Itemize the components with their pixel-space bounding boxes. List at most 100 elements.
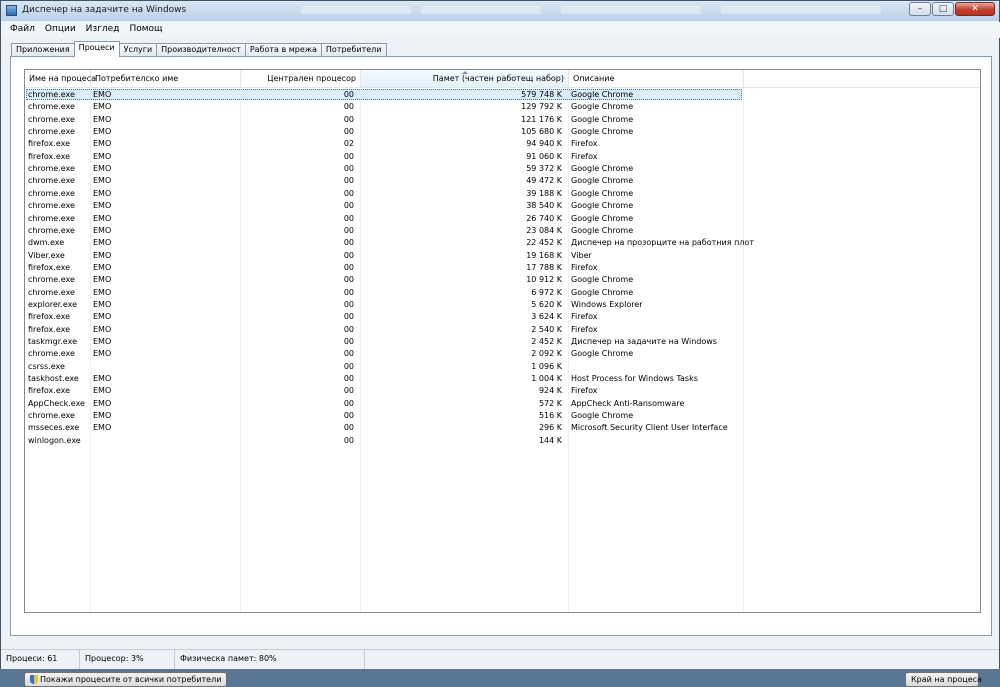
tab-services[interactable]: Услуги — [118, 43, 158, 56]
process-row[interactable]: Viber.exe EMO 00 19 168 K Viber — [25, 250, 980, 262]
header-image-name[interactable]: Име на процеса — [25, 70, 96, 87]
tab-performance[interactable]: Производителност — [156, 43, 246, 56]
process-row[interactable]: chrome.exe EMO 00 26 740 K Google Chrome — [25, 213, 980, 225]
process-row[interactable]: firefox.exe EMO 00 2 540 K Firefox — [25, 324, 980, 336]
cell-user-name: EMO — [93, 386, 112, 396]
cell-description: Firefox — [571, 324, 598, 334]
cell-description: Google Chrome — [571, 411, 634, 421]
cell-user-name: EMO — [93, 102, 112, 112]
header-cpu[interactable]: Централен процесор — [241, 70, 361, 87]
process-row[interactable]: AppCheck.exe EMO 00 572 K AppCheck Anti-Rans… — [25, 398, 980, 410]
minimize-button[interactable]: – — [909, 2, 931, 16]
header-user-name[interactable]: Потребителско име — [91, 70, 241, 87]
process-row[interactable]: chrome.exe EMO 00 579 748 K Google Chrome — [25, 89, 980, 101]
menu-file[interactable]: Файл — [5, 22, 40, 38]
cell-cpu: 00 — [343, 312, 354, 322]
tab-applications[interactable]: Приложения — [11, 43, 75, 56]
cell-user-name: EMO — [93, 312, 112, 322]
window-title: Диспечер на задачите на Windows — [22, 5, 187, 15]
process-row[interactable]: chrome.exe EMO 00 516 K Google Chrome — [25, 410, 980, 422]
process-row[interactable]: chrome.exe EMO 00 6 972 K Google Chrome — [25, 287, 980, 299]
menu-view[interactable]: Изглед — [81, 22, 125, 38]
process-row[interactable]: chrome.exe EMO 00 129 792 K Google Chrome — [25, 101, 980, 113]
cell-cpu: 00 — [343, 176, 354, 186]
end-process-button[interactable]: Край на процеса — [905, 672, 982, 687]
process-row[interactable]: firefox.exe EMO 00 17 788 K Firefox — [25, 262, 980, 274]
process-row[interactable]: explorer.exe EMO 00 5 620 K Windows Explorer — [25, 299, 980, 311]
process-row[interactable]: winlogon.exe 00 144 K — [25, 435, 980, 447]
cell-cpu: 00 — [343, 114, 354, 124]
cell-cpu: 00 — [343, 188, 354, 198]
process-row[interactable]: firefox.exe EMO 00 91 060 K Firefox — [25, 151, 980, 163]
process-row[interactable]: taskhost.exe EMO 00 1 004 K Host Process for… — [25, 373, 980, 385]
cell-process-name: chrome.exe — [28, 225, 75, 235]
cell-user-name: EMO — [93, 287, 112, 297]
process-row[interactable]: msseces.exe EMO 00 296 K Microsoft Security … — [25, 422, 980, 434]
title-bar[interactable]: Диспечер на задачите на Windows – □ ✕ — [1, 1, 999, 21]
process-row[interactable]: chrome.exe EMO 00 2 092 K Google Chrome — [25, 348, 980, 360]
show-all-processes-button[interactable]: Покажи процесите от всички потребители — [24, 672, 228, 687]
cell-cpu: 00 — [343, 435, 354, 445]
process-row[interactable]: taskmgr.exe EMO 00 2 452 K Диспечер на задач… — [25, 336, 980, 348]
process-row[interactable]: chrome.exe EMO 00 49 472 K Google Chrome — [25, 175, 980, 187]
cell-memory: 1 004 K — [531, 374, 562, 384]
header-memory[interactable]: Памет (частен работещ набор) — [361, 70, 569, 87]
cell-description: Google Chrome — [571, 225, 634, 235]
maximize-button[interactable]: □ — [932, 2, 954, 16]
cell-memory: 144 K — [538, 435, 562, 445]
cell-user-name: EMO — [93, 201, 112, 211]
cell-process-name: chrome.exe — [28, 164, 75, 174]
cell-process-name: Viber.exe — [28, 250, 65, 260]
cell-user-name: EMO — [93, 213, 112, 223]
process-row[interactable]: firefox.exe EMO 00 3 624 K Firefox — [25, 311, 980, 323]
cell-memory: 572 K — [538, 398, 562, 408]
process-row[interactable]: dwm.exe EMO 00 22 452 K Диспечер на прозорци… — [25, 237, 980, 249]
cell-process-name: firefox.exe — [28, 262, 71, 272]
process-row[interactable]: csrss.exe 00 1 096 K — [25, 361, 980, 373]
cell-cpu: 00 — [343, 411, 354, 421]
cell-cpu: 00 — [343, 127, 354, 137]
cell-user-name: EMO — [93, 114, 112, 124]
process-row[interactable]: chrome.exe EMO 00 59 372 K Google Chrome — [25, 163, 980, 175]
cell-description: Google Chrome — [571, 349, 634, 359]
process-row[interactable]: chrome.exe EMO 00 38 540 K Google Chrome — [25, 200, 980, 212]
cell-memory: 26 740 K — [526, 213, 562, 223]
cell-memory: 22 452 K — [526, 238, 562, 248]
process-row[interactable]: chrome.exe EMO 00 23 084 K Google Chrome — [25, 225, 980, 237]
cell-user-name: EMO — [93, 250, 112, 260]
cell-cpu: 00 — [343, 287, 354, 297]
cell-cpu: 00 — [343, 398, 354, 408]
process-row[interactable]: firefox.exe EMO 02 94 940 K Firefox — [25, 138, 980, 150]
menu-options[interactable]: Опции — [40, 22, 81, 38]
cell-description: Google Chrome — [571, 176, 634, 186]
cell-process-name: chrome.exe — [28, 213, 75, 223]
cell-process-name: firefox.exe — [28, 312, 71, 322]
cell-cpu: 00 — [343, 324, 354, 334]
process-row[interactable]: chrome.exe EMO 00 10 912 K Google Chrome — [25, 274, 980, 286]
process-row[interactable]: chrome.exe EMO 00 39 188 K Google Chrome — [25, 188, 980, 200]
tab-users[interactable]: Потребители — [320, 43, 387, 56]
cell-cpu: 00 — [343, 262, 354, 272]
tab-networking[interactable]: Работа в мрежа — [244, 43, 322, 56]
process-row[interactable]: chrome.exe EMO 00 121 176 K Google Chrome — [25, 114, 980, 126]
cell-memory: 10 912 K — [526, 275, 562, 285]
cell-description: AppCheck Anti-Ransomware — [571, 398, 685, 408]
cell-user-name: EMO — [93, 188, 112, 198]
cell-description: Google Chrome — [571, 164, 634, 174]
cell-description: Google Chrome — [571, 275, 634, 285]
tab-strip: Приложения Процеси Услуги Производително… — [11, 41, 387, 57]
cell-description: Google Chrome — [571, 213, 634, 223]
tab-processes[interactable]: Процеси — [73, 41, 120, 57]
status-physical-memory: Физическа памет: 80% — [175, 650, 365, 669]
cell-process-name: chrome.exe — [28, 411, 75, 421]
header-description[interactable]: Описание — [569, 70, 744, 87]
process-row[interactable]: chrome.exe EMO 00 105 680 K Google Chrome — [25, 126, 980, 138]
cell-process-name: chrome.exe — [28, 201, 75, 211]
close-button[interactable]: ✕ — [955, 2, 995, 16]
cell-process-name: explorer.exe — [28, 299, 78, 309]
menu-help[interactable]: Помощ — [124, 22, 167, 38]
cell-cpu: 00 — [343, 250, 354, 260]
process-list[interactable]: Име на процеса Потребителско име Централ… — [24, 69, 981, 613]
process-row[interactable]: firefox.exe EMO 00 924 K Firefox — [25, 385, 980, 397]
cell-description: Firefox — [571, 312, 598, 322]
